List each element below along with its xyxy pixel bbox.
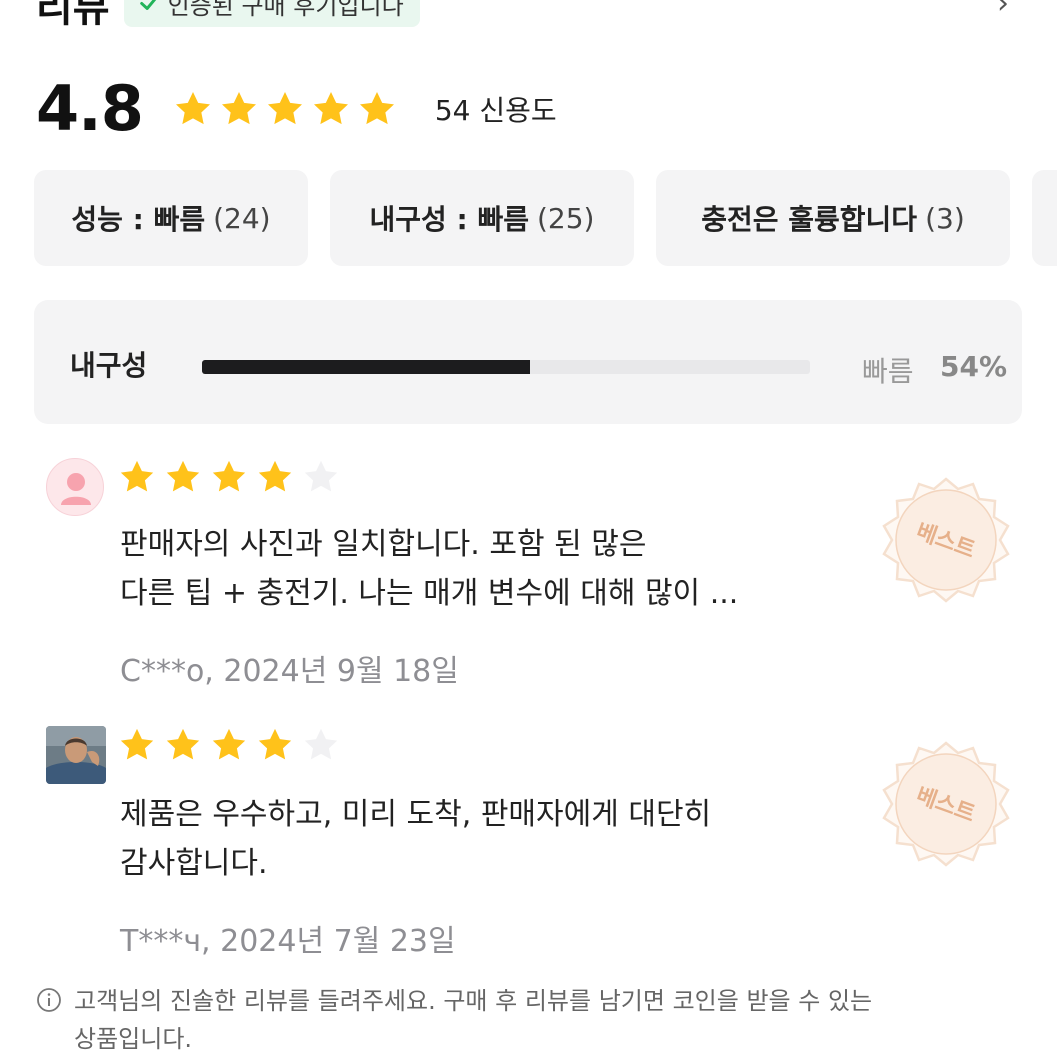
chip-label: 내구성 : 빠름 xyxy=(369,203,530,236)
review-info-line: 고객님의 진솔한 리뷰를 들려주세요. 구매 후 리뷰를 남기면 코인을 받을 … xyxy=(36,982,996,1020)
rating-summary: 4.8 54 신용도 xyxy=(36,72,557,145)
review-text: 판매자의 사진과 일치합니다. 포함 된 많은 다른 팁 + 충전기. 나는 매… xyxy=(120,520,738,618)
attribute-bar-card: 내구성 빠름 54% xyxy=(34,300,1022,424)
chip-performance[interactable]: 성능 : 빠름 (24) xyxy=(34,170,308,266)
chip-charging[interactable]: 충전은 훌륭합니다 (3) xyxy=(656,170,1010,266)
avatar xyxy=(46,458,104,516)
star-icon xyxy=(313,91,348,124)
verified-badge: 인증된 구매 후기입니다 xyxy=(123,0,420,27)
star-icon xyxy=(175,91,210,124)
rating-stars xyxy=(173,89,397,129)
chip-more[interactable] xyxy=(1032,170,1057,266)
chip-count: (24) xyxy=(213,201,271,235)
attribute-bar-value-label: 빠름 xyxy=(862,355,914,388)
star-empty-icon xyxy=(304,728,338,760)
chip-durability[interactable]: 내구성 : 빠름 (25) xyxy=(330,170,634,266)
star-empty-icon xyxy=(304,460,338,492)
star-icon xyxy=(212,728,246,760)
review-meta: C***o, 2024년 9월 18일 xyxy=(120,654,459,689)
review-stars xyxy=(118,458,340,496)
review-text-line: 판매자의 사진과 일치합니다. 포함 된 많은 xyxy=(120,527,647,562)
review-stars xyxy=(118,726,340,764)
avatar xyxy=(46,726,106,784)
check-icon xyxy=(139,0,156,10)
review-text-line: 다른 팁 + 충전기. 나는 매개 변수에 대해 많이 ... xyxy=(120,576,739,611)
review-info-note: 고객님의 진솔한 리뷰를 들려주세요. 구매 후 리뷰를 남기면 코인을 받을 … xyxy=(36,982,996,1058)
star-icon xyxy=(359,91,394,124)
review-title: 리뷰 xyxy=(36,0,110,31)
review-info-text: 고객님의 진솔한 리뷰를 들려주세요. 구매 후 리뷰를 남기면 코인을 받을 … xyxy=(74,987,873,1015)
info-icon xyxy=(37,988,61,1012)
star-icon xyxy=(212,460,246,492)
review-text-line: 감사합니다. xyxy=(120,846,268,881)
chip-label: 충전은 훌륭합니다 xyxy=(701,203,918,236)
best-badge-icon: 베스트 xyxy=(882,741,1010,867)
star-icon xyxy=(120,728,154,760)
user-photo-icon xyxy=(46,726,106,784)
rating-score: 4.8 xyxy=(36,72,144,145)
review-info-line: 상품입니다. xyxy=(74,1025,193,1053)
chip-count: (25) xyxy=(537,201,595,235)
attribute-chips: 성능 : 빠름 (24) 내구성 : 빠름 (25) 충전은 훌륭합니다 (3) xyxy=(34,170,1057,266)
star-icon xyxy=(258,460,292,492)
star-icon xyxy=(267,91,302,124)
chevron-right-icon[interactable]: › xyxy=(997,0,1009,21)
chip-count: (3) xyxy=(925,201,965,235)
attribute-bar-track xyxy=(202,360,810,374)
star-icon xyxy=(258,728,292,760)
review-meta: T***ч, 2024년 7월 23일 xyxy=(120,924,456,959)
attribute-bar-fill xyxy=(202,360,531,374)
star-icon xyxy=(166,728,200,760)
star-icon xyxy=(120,460,154,492)
rating-count: 54 신용도 xyxy=(434,93,557,127)
review-header: 리뷰 인증된 구매 후기입니다 xyxy=(36,0,420,34)
review-text-line: 제품은 우수하고, 미리 도착, 판매자에게 대단히 xyxy=(120,797,712,832)
chip-label: 성능 : 빠름 xyxy=(71,203,206,236)
default-avatar-icon xyxy=(61,473,91,505)
attribute-bar-percent: 54% xyxy=(940,350,1008,383)
attribute-bar-label: 내구성 xyxy=(70,349,148,382)
best-badge-icon: 베스트 xyxy=(882,477,1010,603)
verified-text: 인증된 구매 후기입니다 xyxy=(167,0,404,20)
review-text: 제품은 우수하고, 미리 도착, 판매자에게 대단히 감사합니다. xyxy=(120,790,711,888)
star-icon xyxy=(221,91,256,124)
star-icon xyxy=(166,460,200,492)
